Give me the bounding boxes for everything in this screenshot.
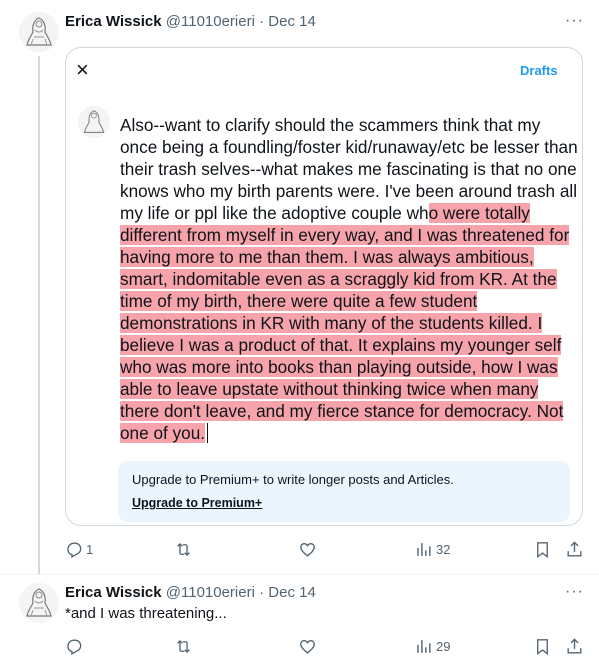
- reply-count: 1: [86, 542, 94, 557]
- tweet-text: *and I was threatening...: [65, 605, 227, 622]
- compose-card: × Drafts Also--want to clarify should th…: [65, 47, 583, 526]
- compose-text-highlighted: o were totally different from myself in …: [120, 203, 570, 443]
- like-icon: [300, 543, 315, 557]
- compose-avatar: [78, 106, 110, 138]
- views-button[interactable]: 32: [414, 540, 450, 559]
- retweet-button[interactable]: [174, 637, 193, 656]
- tweet-date[interactable]: Dec 14: [268, 13, 316, 30]
- thread-line: [38, 56, 40, 574]
- tweet-header: Erica Wissick @11010erieri · Dec 14: [65, 583, 316, 603]
- retweet-button[interactable]: [174, 540, 193, 559]
- premium-message: Upgrade to Premium+ to write longer post…: [132, 472, 454, 487]
- share-icon: [567, 541, 582, 557]
- reply-button[interactable]: [64, 637, 83, 656]
- close-icon[interactable]: ×: [76, 59, 89, 81]
- bookmark-button[interactable]: [533, 540, 552, 559]
- avatar-sketch-icon: [19, 583, 59, 623]
- like-button[interactable]: [298, 637, 317, 656]
- text-cursor: [207, 423, 209, 443]
- bookmark-icon: [537, 542, 548, 558]
- avatar[interactable]: [19, 583, 59, 623]
- views-count: 32: [436, 542, 451, 557]
- compose-text[interactable]: Also--want to clarify should the scammer…: [120, 114, 580, 444]
- more-icon[interactable]: ···: [565, 583, 584, 601]
- bookmark-icon: [537, 639, 548, 655]
- author-handle[interactable]: @11010erieri: [166, 13, 255, 30]
- author-handle[interactable]: @11010erieri: [166, 584, 255, 601]
- avatar-sketch-icon: [19, 12, 59, 52]
- reply-button[interactable]: 1: [64, 540, 93, 559]
- more-icon[interactable]: ···: [565, 12, 584, 30]
- views-icon: [417, 543, 431, 556]
- tweet-header: Erica Wissick @11010erieri · Dec 14: [65, 12, 316, 32]
- tweet-date[interactable]: Dec 14: [268, 584, 316, 601]
- author-name[interactable]: Erica Wissick: [65, 584, 162, 601]
- like-button[interactable]: [298, 540, 317, 559]
- premium-link[interactable]: Upgrade to Premium+: [132, 496, 262, 510]
- views-button[interactable]: 29: [414, 637, 450, 656]
- views-icon: [417, 640, 431, 653]
- tweet-2[interactable]: Erica Wissick @11010erieri · Dec 14 ··· …: [0, 575, 599, 670]
- like-icon: [300, 640, 315, 654]
- separator-dot: ·: [259, 13, 265, 30]
- reply-icon: [67, 542, 82, 559]
- avatar-sketch-icon: [78, 106, 110, 138]
- share-button[interactable]: [565, 540, 584, 559]
- drafts-button[interactable]: Drafts: [520, 63, 558, 78]
- avatar[interactable]: [19, 12, 59, 52]
- premium-upsell: Upgrade to Premium+ to write longer post…: [118, 461, 570, 522]
- share-button[interactable]: [565, 637, 584, 656]
- reply-icon: [67, 639, 82, 656]
- author-name[interactable]: Erica Wissick: [65, 13, 162, 30]
- views-count: 29: [436, 639, 451, 654]
- retweet-icon: [177, 640, 190, 653]
- separator-dot: ·: [259, 584, 265, 601]
- share-icon: [567, 638, 582, 654]
- bookmark-button[interactable]: [533, 637, 552, 656]
- retweet-icon: [177, 543, 190, 556]
- tweet-1[interactable]: Erica Wissick @11010erieri · Dec 14 ··· …: [0, 0, 599, 575]
